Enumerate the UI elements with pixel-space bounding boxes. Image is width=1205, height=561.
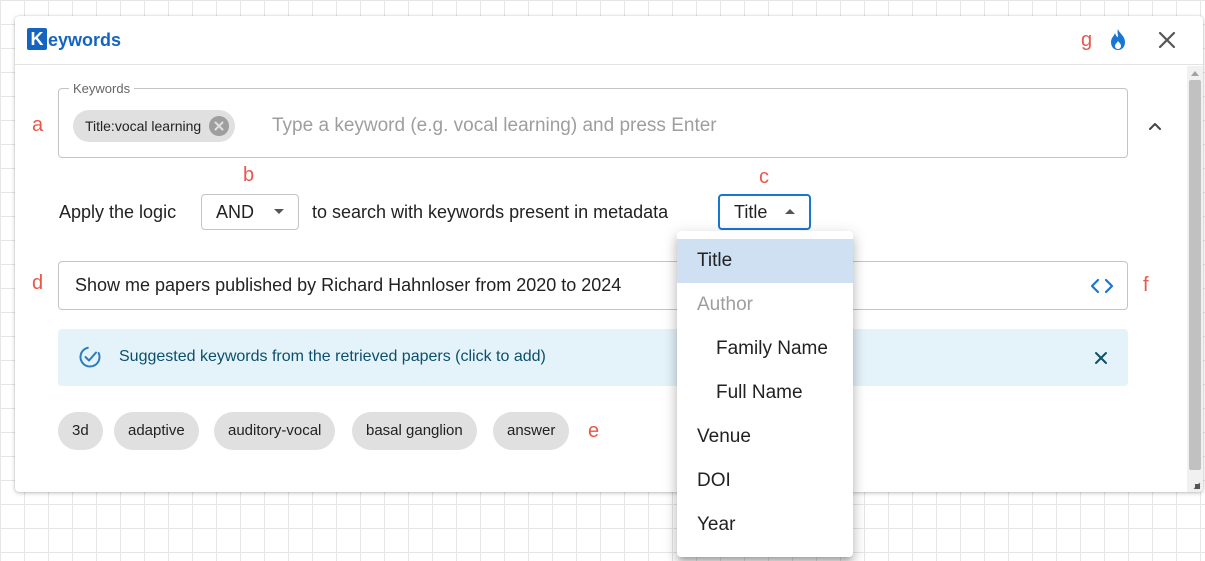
panel-header: K eywords g — [15, 16, 1203, 65]
keywords-legend: Keywords — [73, 81, 131, 96]
query-field[interactable]: Show me papers published by Richard Hahn… — [58, 261, 1128, 310]
keyword-chip[interactable]: Title:vocal learning — [73, 110, 236, 142]
menu-item-venue[interactable]: Venue — [677, 415, 853, 459]
logic-select-value: AND — [216, 202, 255, 222]
menu-item-doi[interactable]: DOI — [677, 459, 853, 503]
logic-middle: to search with keywords present in metad… — [312, 202, 669, 222]
menu-item-year[interactable]: Year — [677, 503, 853, 547]
suggestion-alert: Suggested keywords from the retrieved pa… — [58, 329, 1128, 386]
keyword-input[interactable] — [272, 112, 1072, 140]
query-text[interactable]: Show me papers published by Richard Hahn… — [75, 275, 621, 296]
menu-group-author: Author — [697, 294, 753, 315]
code-icon[interactable] — [1089, 275, 1115, 297]
scrollbar[interactable] — [1187, 66, 1203, 492]
suggestion-chip[interactable]: auditory-vocal — [214, 412, 336, 450]
flame-icon[interactable] — [1107, 28, 1129, 52]
marker-e: e — [588, 420, 600, 442]
menu-item-full-name[interactable]: Full Name — [677, 371, 853, 415]
suggestion-chip[interactable]: answer — [493, 412, 570, 450]
keywords-field[interactable]: Keywords Title:vocal learning — [58, 81, 1128, 158]
caret-down-icon — [274, 209, 284, 214]
marker-c: c — [759, 166, 769, 188]
keywords-panel: K eywords g a Keywords Title:vocal learn… — [15, 16, 1203, 492]
app-logo: K — [27, 28, 47, 50]
field-select-value: Title — [734, 202, 768, 222]
scroll-up-arrow[interactable] — [1191, 71, 1199, 76]
keyword-chip-label: Title:vocal learning — [85, 118, 202, 134]
marker-g: g — [1081, 29, 1093, 51]
alert-text: Suggested keywords from the retrieved pa… — [119, 348, 546, 365]
menu-item-family-name[interactable]: Family Name — [677, 327, 853, 371]
resize-grip-icon[interactable] — [1191, 480, 1201, 490]
alert-close-icon[interactable] — [1092, 349, 1110, 367]
suggestion-chip[interactable]: basal ganglion — [352, 412, 477, 450]
suggestion-chip[interactable]: 3d — [58, 412, 103, 450]
panel-title: eywords — [48, 30, 122, 50]
logic-prefix: Apply the logic — [59, 202, 177, 222]
suggestion-chip[interactable]: adaptive — [114, 412, 199, 450]
marker-d: d — [32, 272, 44, 294]
menu-item-title[interactable]: Title — [677, 239, 853, 283]
scroll-thumb[interactable] — [1189, 80, 1201, 470]
logic-select[interactable]: AND — [201, 194, 299, 230]
field-select[interactable]: Title — [718, 194, 811, 230]
check-circle-icon — [79, 346, 101, 368]
chevron-up-icon[interactable] — [1145, 116, 1165, 136]
chip-delete-icon[interactable] — [209, 116, 230, 136]
metadata-field-menu: Title Author Family Name Full Name Venue… — [677, 231, 853, 557]
marker-a: a — [32, 114, 44, 136]
close-icon[interactable] — [1155, 28, 1179, 52]
caret-up-icon — [785, 209, 795, 214]
marker-b: b — [243, 164, 255, 186]
marker-f: f — [1143, 274, 1149, 296]
